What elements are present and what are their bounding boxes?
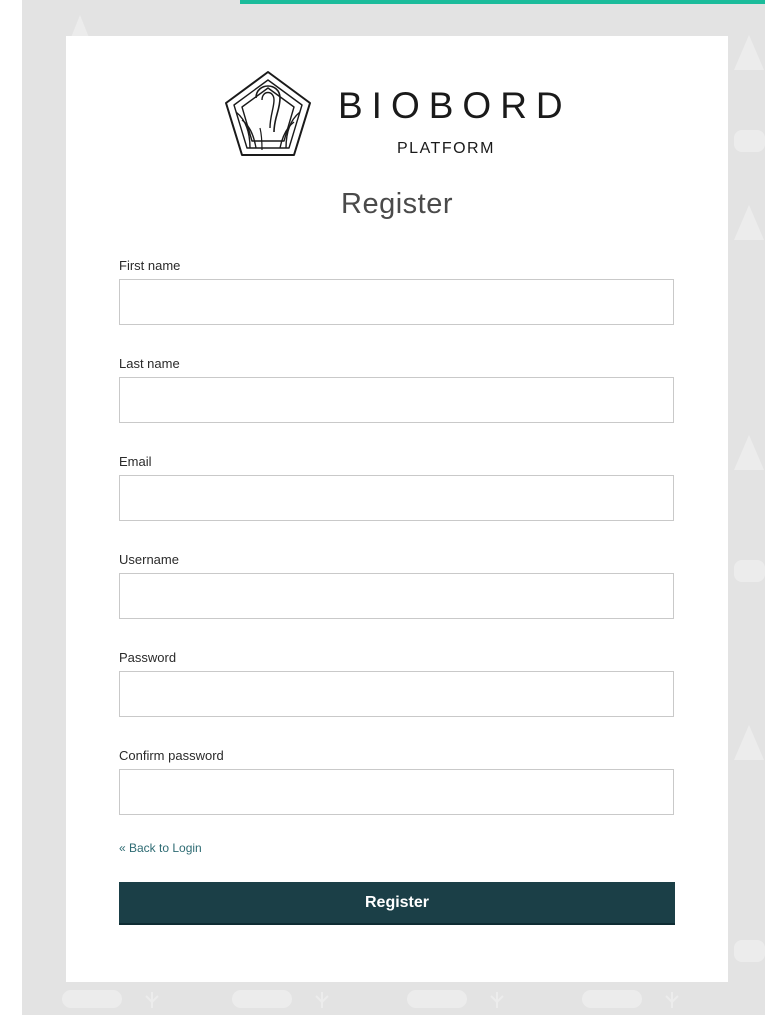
plant-sprout-icon [145, 992, 159, 1008]
confirm-password-input[interactable] [119, 769, 674, 815]
log-shape-icon [62, 990, 122, 1008]
back-to-login-link[interactable]: « Back to Login [119, 841, 202, 855]
log-shape-icon [232, 990, 292, 1008]
first-name-label: First name [119, 258, 181, 273]
username-label: Username [119, 552, 179, 567]
log-shape-icon [582, 990, 642, 1008]
last-name-input[interactable] [119, 377, 674, 423]
plant-sprout-icon [665, 992, 679, 1008]
tree-shape-icon [734, 205, 764, 240]
log-shape-icon [734, 130, 765, 152]
brand-name: BIOBORD [338, 85, 572, 126]
tree-shape-icon [734, 435, 764, 470]
left-margin-strip [0, 0, 22, 1015]
brand-subtitle: PLATFORM [397, 140, 495, 157]
top-accent-bar [240, 0, 765, 4]
username-input[interactable] [119, 573, 674, 619]
log-shape-icon [734, 560, 765, 582]
page-title: Register [341, 188, 453, 220]
password-input[interactable] [119, 671, 674, 717]
brand-logo: BIOBORD PLATFORM [216, 62, 586, 166]
wood-grain-pentagon-icon [225, 71, 311, 156]
log-shape-icon [407, 990, 467, 1008]
log-shape-icon [734, 940, 765, 962]
tree-shape-icon [734, 725, 764, 760]
plant-sprout-icon [315, 992, 329, 1008]
tree-shape-icon [734, 35, 764, 70]
email-input[interactable] [119, 475, 674, 521]
first-name-input[interactable] [119, 279, 674, 325]
email-label: Email [119, 454, 152, 469]
register-button[interactable]: Register [119, 882, 675, 925]
register-card: BIOBORD PLATFORM Register First name Las… [66, 36, 728, 982]
last-name-label: Last name [119, 356, 180, 371]
confirm-password-label: Confirm password [119, 748, 224, 763]
plant-sprout-icon [490, 992, 504, 1008]
password-label: Password [119, 650, 177, 665]
